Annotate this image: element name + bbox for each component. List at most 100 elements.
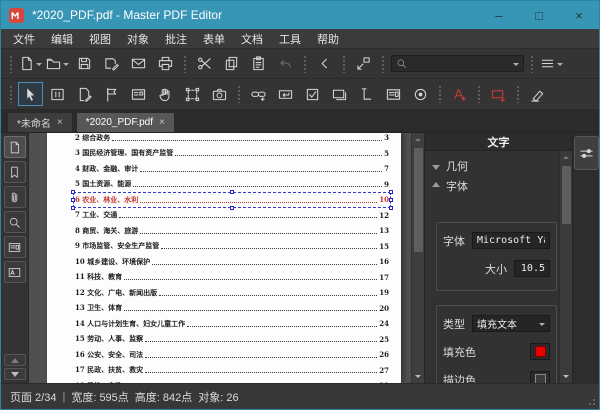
menu-item-edit[interactable]: 编辑 — [43, 29, 81, 49]
selection-handle[interactable] — [230, 190, 234, 194]
stroke-color-swatch[interactable] — [530, 371, 550, 383]
menu-item-document[interactable]: 文档 — [233, 29, 271, 49]
print-button[interactable] — [153, 52, 178, 76]
close-button[interactable]: × — [559, 1, 599, 29]
checkbox-tool-button[interactable] — [300, 82, 325, 106]
save-button[interactable] — [72, 52, 97, 76]
text-cursor-tool-button[interactable] — [354, 82, 379, 106]
panel-scrollbar[interactable] — [559, 151, 572, 383]
menu-item-file[interactable]: 文件 — [5, 29, 43, 49]
text-field-tool-button[interactable] — [273, 82, 298, 106]
maximize-button[interactable]: □ — [519, 1, 559, 29]
panel-scroll-up-button[interactable] — [560, 151, 573, 164]
pdf-page[interactable]: 2 综合政务 3 3 国民经济管理、国有资产监管 5 4 财政、金融、审计 7 5 国土资源… — [47, 133, 401, 383]
paste-button[interactable] — [246, 52, 271, 76]
menu-item-tools[interactable]: 工具 — [271, 29, 309, 49]
edit-forms-tool-button[interactable] — [126, 82, 151, 106]
selection-handle[interactable] — [389, 205, 393, 210]
toc-row[interactable]: 4 财政、金融、审计 7 — [75, 161, 389, 177]
select-tool-button[interactable] — [18, 82, 43, 106]
selection-handle[interactable] — [230, 205, 234, 210]
fit-page-button[interactable] — [351, 52, 376, 76]
sidebar-scroll-up-button[interactable] — [3, 354, 26, 366]
minimize-button[interactable]: – — [479, 1, 519, 29]
selection-handle[interactable] — [71, 205, 75, 210]
panel-scroll-down-button[interactable] — [560, 370, 573, 383]
font-size-input[interactable] — [514, 260, 550, 277]
copy-button[interactable] — [219, 52, 244, 76]
sidebar-scroll-down-button[interactable] — [3, 368, 26, 380]
menu-item-view[interactable]: 视图 — [81, 29, 119, 49]
title-bar[interactable]: *2020_PDF.pdf - Master PDF Editor – □ × — [1, 1, 599, 29]
toc-row[interactable]: 16 公安、安全、司法 26 — [75, 347, 389, 363]
document-tab-2020-pdf[interactable]: *2020_PDF.pdf × — [75, 112, 175, 132]
annotation-flag-tool-button[interactable] — [99, 82, 124, 106]
open-file-button[interactable] — [45, 52, 70, 76]
send-email-button[interactable] — [126, 52, 151, 76]
selection-handle[interactable] — [71, 197, 75, 202]
section-geometry[interactable]: 几何 — [432, 156, 557, 176]
list-box-tool-button[interactable] — [381, 82, 406, 106]
toc-row[interactable]: 8 商贸、海关、旅游 13 — [75, 223, 389, 239]
previous-view-button[interactable] — [312, 52, 337, 76]
edit-document-tool-button[interactable] — [72, 82, 97, 106]
toc-row[interactable]: 13 卫生、体育 20 — [75, 301, 389, 317]
sidebar-item-attachments[interactable] — [3, 186, 26, 208]
object-properties-tab[interactable] — [574, 136, 599, 170]
toc-row[interactable]: 9 市场监管、安全生产监管 15 — [75, 239, 389, 255]
selection-handle[interactable] — [389, 190, 393, 194]
menu-item-help[interactable]: 帮助 — [309, 29, 347, 49]
push-button-tool-button[interactable] — [327, 82, 352, 106]
toc-row[interactable]: 2 综合政务 3 — [75, 133, 389, 146]
fill-color-swatch[interactable] — [530, 343, 550, 360]
document-scrollbar[interactable] — [411, 133, 424, 383]
cut-button[interactable] — [192, 52, 217, 76]
more-menu-button[interactable] — [539, 52, 564, 76]
sidebar-item-bookmarks[interactable] — [3, 161, 26, 183]
undo-button[interactable] — [273, 52, 298, 76]
font-name-input[interactable] — [472, 232, 550, 249]
tab-close-icon[interactable]: × — [57, 117, 63, 128]
toc-row[interactable]: 15 劳动、人事、监察 25 — [75, 332, 389, 348]
new-document-button[interactable] — [18, 52, 43, 76]
sidebar-item-signatures[interactable] — [3, 261, 26, 283]
radio-button-tool-button[interactable] — [408, 82, 433, 106]
toc-row[interactable]: 14 人口与计划生育、妇女儿童工作 24 — [75, 316, 389, 332]
selection-handle[interactable] — [389, 197, 393, 202]
search-input[interactable] — [410, 58, 511, 69]
toc-row[interactable]: 3 国民经济管理、国有资产监管 5 — [75, 146, 389, 162]
toc-row[interactable]: 12 文化、广电、新闻出版 19 — [75, 285, 389, 301]
window-resize-grip[interactable] — [584, 394, 597, 407]
toc-row[interactable]: 10 城乡建设、环境保护 16 — [75, 254, 389, 270]
type-dropdown[interactable]: 填充文本 — [472, 315, 550, 332]
section-font[interactable]: 字体 — [432, 176, 557, 196]
tab-close-icon[interactable]: × — [159, 117, 165, 128]
toc-row[interactable]: 7 工业、交通 12 — [75, 208, 389, 224]
toc-row[interactable]: 11 科技、教育 17 — [75, 270, 389, 286]
add-link-tool-button[interactable] — [246, 82, 271, 106]
sidebar-item-form-fields[interactable] — [3, 236, 26, 258]
scroll-down-button[interactable] — [412, 370, 425, 383]
sidebar-item-pages[interactable] — [3, 136, 26, 158]
add-text-tool-button[interactable] — [447, 82, 472, 106]
document-tab-untitled[interactable]: *未命名 × — [7, 112, 73, 132]
edit-text-tool-button[interactable] — [45, 82, 70, 106]
document-canvas[interactable]: 2 综合政务 3 3 国民经济管理、国有资产监管 5 4 财政、金融、审计 7 5 国土资源… — [29, 133, 411, 383]
eraser-tool-button[interactable] — [525, 82, 550, 106]
search-box[interactable] — [391, 55, 524, 72]
scroll-up-button[interactable] — [412, 133, 425, 146]
snapshot-tool-button[interactable] — [207, 82, 232, 106]
toc-row[interactable]: 6 农业、林业、水利 10 — [71, 190, 393, 210]
toc-row[interactable]: 17 民政、扶贫、救灾 27 — [75, 363, 389, 379]
save-as-button[interactable] — [99, 52, 124, 76]
menu-item-object[interactable]: 对象 — [119, 29, 157, 49]
menu-item-forms[interactable]: 表单 — [195, 29, 233, 49]
hand-tool-button[interactable] — [153, 82, 178, 106]
scrollbar-thumb[interactable] — [413, 148, 423, 252]
sidebar-item-search[interactable] — [3, 211, 26, 233]
panel-scrollbar-thumb[interactable] — [561, 166, 571, 224]
selection-handle[interactable] — [71, 190, 75, 194]
rectangle-annotation-tool-button[interactable] — [486, 82, 511, 106]
menu-item-comment[interactable]: 批注 — [157, 29, 195, 49]
transform-tool-button[interactable] — [180, 82, 205, 106]
